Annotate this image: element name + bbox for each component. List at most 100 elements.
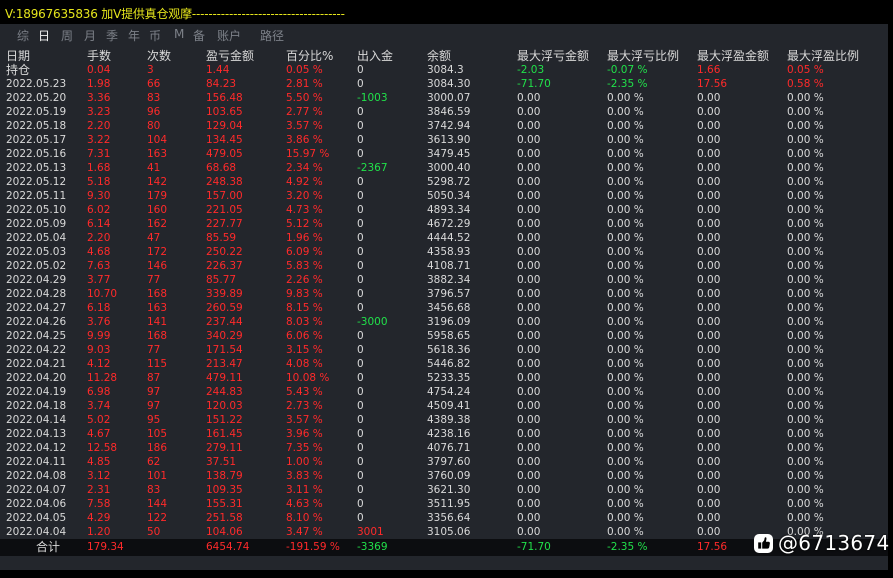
cell: 0.00	[697, 120, 721, 132]
cell: 161.45	[206, 428, 243, 440]
table-row[interactable]: 2022.05.18 2.20 80 129.04 3.57 % 0 3742.94 0.00…	[0, 119, 888, 133]
table-row[interactable]: 2022.04.26 3.76 141 237.44 8.03 % -3000 3196.0…	[0, 315, 888, 329]
cell: 105	[147, 428, 168, 440]
cell: 1.00 %	[286, 456, 323, 468]
cell: 0.00 %	[607, 288, 644, 300]
table-row[interactable]: 2022.04.20 11.28 87 479.11 10.08 % 0 5233.35 0.…	[0, 371, 888, 385]
table-row[interactable]: 2022.05.09 6.14 162 227.77 5.12 % 0 4672.29 0.0…	[0, 217, 888, 231]
table-row[interactable]: 2022.04.07 2.31 83 109.35 3.11 % 0 3621.30 0.00…	[0, 483, 888, 497]
tab-9[interactable]: 账户	[217, 27, 241, 44]
cell: 3.77	[87, 274, 111, 286]
table-row[interactable]: 2022.05.10 6.02 160 221.05 4.73 % 0 4893.34 0.0…	[0, 203, 888, 217]
table-row[interactable]: 2022.05.03 4.68 172 250.22 6.09 % 0 4358.93 0.0…	[0, 245, 888, 259]
cell: -0.07 %	[607, 64, 648, 76]
table-row[interactable]: 2022.04.27 6.18 163 260.59 8.15 % 0 3456.68 0.0…	[0, 301, 888, 315]
cell: 134.45	[206, 134, 243, 146]
tab-0[interactable]: 综	[17, 27, 29, 44]
cell: 0.00 %	[607, 302, 644, 314]
tab-8[interactable]: 备	[193, 27, 205, 44]
cell: 0.00	[517, 148, 541, 160]
table-row[interactable]: 2022.05.11 9.30 179 157.00 3.20 % 0 5050.34 0.0…	[0, 189, 888, 203]
table-row[interactable]: 2022.04.21 4.12 115 213.47 4.08 % 0 5446.82 0.0…	[0, 357, 888, 371]
tab-7[interactable]: M	[174, 27, 184, 41]
tab-10[interactable]: 路径	[260, 27, 284, 44]
table-row[interactable]: 2022.04.28 10.70 168 339.89 9.83 % 0 3796.57 0.…	[0, 287, 888, 301]
table-row[interactable]: 2022.04.13 4.67 105 161.45 3.96 % 0 4238.16 0.0…	[0, 427, 888, 441]
cell: 0.00	[697, 274, 721, 286]
total-cell: -3369	[357, 541, 388, 553]
table-row[interactable]: 2022.04.29 3.77 77 85.77 2.26 % 0 3882.34 0.00 0…	[0, 273, 888, 287]
cell: 0	[357, 330, 364, 342]
cell: 62	[147, 456, 161, 468]
cell: 163	[147, 302, 168, 314]
tab-1[interactable]: 日	[38, 27, 50, 44]
cell: 4.68	[87, 246, 111, 258]
cell: 47	[147, 232, 161, 244]
column-header[interactable]: 日期	[6, 48, 30, 64]
cell: 163	[147, 148, 168, 160]
tab-6[interactable]: 币	[149, 27, 161, 44]
table-row[interactable]: 2022.05.20 3.36 83 156.48 5.50 % -1003 3000.07…	[0, 91, 888, 105]
cell: 0.00 %	[607, 470, 644, 482]
cell: 3	[147, 64, 154, 76]
table-row[interactable]: 2022.05.19 3.23 96 103.65 2.77 % 0 3846.59 0.00…	[0, 105, 888, 119]
cell: 0.00	[517, 386, 541, 398]
table-row[interactable]: 2022.04.25 9.99 168 340.29 6.06 % 0 5958.65 0.0…	[0, 329, 888, 343]
tab-5[interactable]: 年	[128, 27, 140, 44]
column-header[interactable]: 手数	[87, 48, 111, 64]
column-header[interactable]: 出入金	[357, 48, 393, 64]
table-row[interactable]: 2022.05.02 7.63 146 226.37 5.83 % 0 4108.71 0.0…	[0, 259, 888, 273]
table-row[interactable]: 2022.04.08 3.12 101 138.79 3.83 % 0 3760.09 0.0…	[0, 469, 888, 483]
table-row[interactable]: 2022.05.16 7.31 163 479.05 15.97 % 0 3479.45 0.…	[0, 147, 888, 161]
cell: 0.00 %	[607, 106, 644, 118]
cell: 0.00 %	[787, 470, 824, 482]
column-header[interactable]: 百分比%	[286, 48, 333, 64]
cell: 0.00	[517, 330, 541, 342]
table-row[interactable]: 2022.05.23 1.98 66 84.23 2.81 % 0 3084.30 -71.7…	[0, 77, 888, 91]
cell: 0.00 %	[787, 232, 824, 244]
tab-4[interactable]: 季	[106, 27, 118, 44]
table-row[interactable]: 2022.04.06 7.58 144 155.31 4.63 % 0 3511.95 0.0…	[0, 497, 888, 511]
table-row[interactable]: 2022.05.17 3.22 104 134.45 3.86 % 0 3613.90 0.0…	[0, 133, 888, 147]
table-row[interactable]: 2022.05.04 2.20 47 85.59 1.96 % 0 4444.52 0.00 0…	[0, 231, 888, 245]
cell: 0.00	[697, 260, 721, 272]
cell: 0.00 %	[607, 358, 644, 370]
table-row[interactable]: 2022.04.22 9.03 77 171.54 3.15 % 0 5618.36 0.00…	[0, 343, 888, 357]
column-header[interactable]: 余额	[427, 48, 451, 64]
table-row[interactable]: 2022.04.18 3.74 97 120.03 2.73 % 0 4509.41 0.00…	[0, 399, 888, 413]
tab-3[interactable]: 月	[84, 27, 96, 44]
cell: 4444.52	[427, 232, 471, 244]
cell: 0.00 %	[607, 428, 644, 440]
cell: 3621.30	[427, 484, 471, 496]
cell: 2022.04.19	[6, 386, 67, 398]
cell: 120.03	[206, 400, 243, 412]
cell: 156.48	[206, 92, 243, 104]
cell: 4.63 %	[286, 498, 323, 510]
cell: 0	[357, 106, 364, 118]
watermark: @6713674	[754, 531, 889, 555]
cell: -2.35 %	[607, 78, 648, 90]
cell: 0.00 %	[787, 92, 824, 104]
tab-2[interactable]: 周	[61, 27, 73, 44]
column-header[interactable]: 最大浮亏比例	[607, 48, 679, 64]
table-row[interactable]: 2022.05.12 5.18 142 248.38 4.92 % 0 5298.72 0.0…	[0, 175, 888, 189]
position-row[interactable]: 持仓 0.04 3 1.44 0.05 % 0 3084.3 -2.03 -0.07 % 1.66…	[0, 63, 888, 77]
table-row[interactable]: 2022.04.19 6.98 97 244.83 5.43 % 0 4754.24 0.00…	[0, 385, 888, 399]
cell: 0.00 %	[607, 204, 644, 216]
column-header[interactable]: 最大浮盈金额	[697, 48, 769, 64]
cell: 3.23	[87, 106, 111, 118]
cell: 0.00	[517, 442, 541, 454]
column-header[interactable]: 最大浮盈比例	[787, 48, 859, 64]
table-row[interactable]: 2022.04.05 4.29 122 251.58 8.10 % 0 3356.64 0.0…	[0, 511, 888, 525]
column-header[interactable]: 次数	[147, 48, 171, 64]
column-header[interactable]: 盈亏金额	[206, 48, 254, 64]
column-header[interactable]: 最大浮亏金额	[517, 48, 589, 64]
cell: 0.00	[517, 92, 541, 104]
table-row[interactable]: 2022.05.13 1.68 41 68.68 2.34 % -2367 3000.40 0…	[0, 161, 888, 175]
table-row[interactable]: 2022.04.11 4.85 62 37.51 1.00 % 0 3797.60 0.00 0…	[0, 455, 888, 469]
cell: 3.96 %	[286, 428, 323, 440]
cell: 0.00 %	[607, 456, 644, 468]
title-bar: V:18967635836 加V提供真仓观摩------------------…	[0, 0, 888, 24]
table-row[interactable]: 2022.04.12 12.58 186 279.11 7.35 % 0 4076.71 0.…	[0, 441, 888, 455]
table-row[interactable]: 2022.04.14 5.02 95 151.22 3.57 % 0 4389.38 0.00…	[0, 413, 888, 427]
